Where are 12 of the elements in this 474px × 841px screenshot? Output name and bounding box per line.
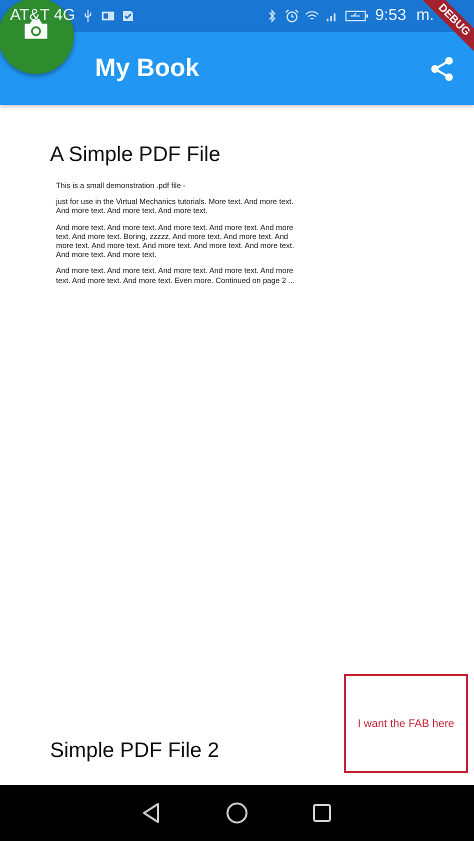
alarm-icon (285, 9, 300, 23)
page-heading: Simple PDF File 2 (50, 739, 220, 763)
app-title: My Book (95, 54, 200, 83)
annotation-box: I want the FAB here (344, 674, 468, 773)
share-icon[interactable] (428, 54, 456, 82)
check-icon (121, 9, 136, 23)
page-heading: A Simple PDF File (50, 143, 222, 167)
mail-app-icon (101, 9, 116, 23)
battery-icon (345, 9, 370, 23)
home-icon[interactable] (224, 801, 249, 825)
time-label: m. (416, 7, 434, 25)
time-label: 9:53 (375, 7, 406, 25)
